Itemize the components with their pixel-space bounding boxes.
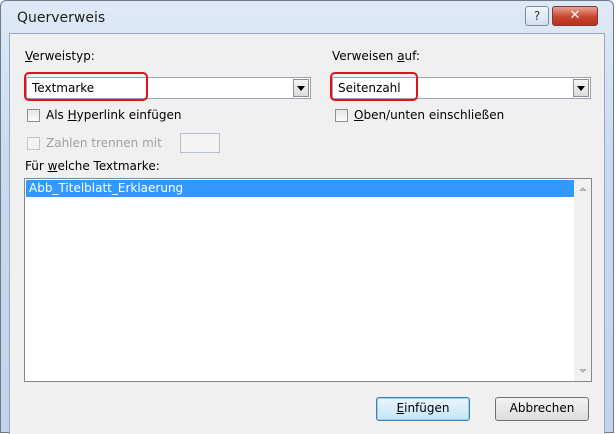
close-button[interactable]: ✕: [552, 6, 598, 26]
above-below-checkbox[interactable]: [335, 109, 348, 122]
title-bar[interactable]: Querverweis ? ✕: [1, 1, 613, 33]
bookmark-listbox[interactable]: Abb_Titelblatt_Erklaerung: [24, 178, 592, 382]
question-mark-icon: ?: [533, 9, 541, 23]
separate-numbers-checkbox[interactable]: [27, 137, 40, 150]
separate-numbers-label: Zahlen trennen mit: [46, 136, 162, 150]
chevron-down-icon[interactable]: [293, 79, 309, 97]
hyperlink-label[interactable]: Als Hyperlink einfügen: [46, 108, 181, 122]
hyperlink-checkbox[interactable]: [27, 109, 40, 122]
above-below-label[interactable]: Oben/unten einschließen: [354, 108, 504, 122]
list-item[interactable]: Abb_Titelblatt_Erklaerung: [26, 180, 574, 197]
help-button[interactable]: ?: [525, 6, 549, 26]
chevron-down-icon[interactable]: [573, 79, 589, 97]
insert-button[interactable]: Einfügen: [376, 397, 470, 421]
reference-type-label: Verweistyp:: [25, 49, 95, 63]
cross-reference-dialog: Querverweis ? ✕ Verweistyp: Textmarke Ve…: [0, 0, 614, 434]
highlight-box-reference-type: [24, 72, 148, 101]
vertical-scrollbar[interactable]: [574, 179, 591, 381]
cancel-button[interactable]: Abbrechen: [495, 397, 589, 421]
highlight-box-refer-to: [330, 72, 418, 101]
bookmark-list-label: Für welche Textmarke:: [25, 159, 160, 173]
refer-to-label: Verweisen auf:: [332, 49, 420, 63]
dialog-title: Querverweis: [17, 10, 106, 26]
separator-input[interactable]: [180, 133, 220, 153]
scroll-up-icon[interactable]: [579, 187, 587, 191]
close-icon: ✕: [569, 8, 581, 23]
scroll-down-icon[interactable]: [579, 369, 587, 373]
